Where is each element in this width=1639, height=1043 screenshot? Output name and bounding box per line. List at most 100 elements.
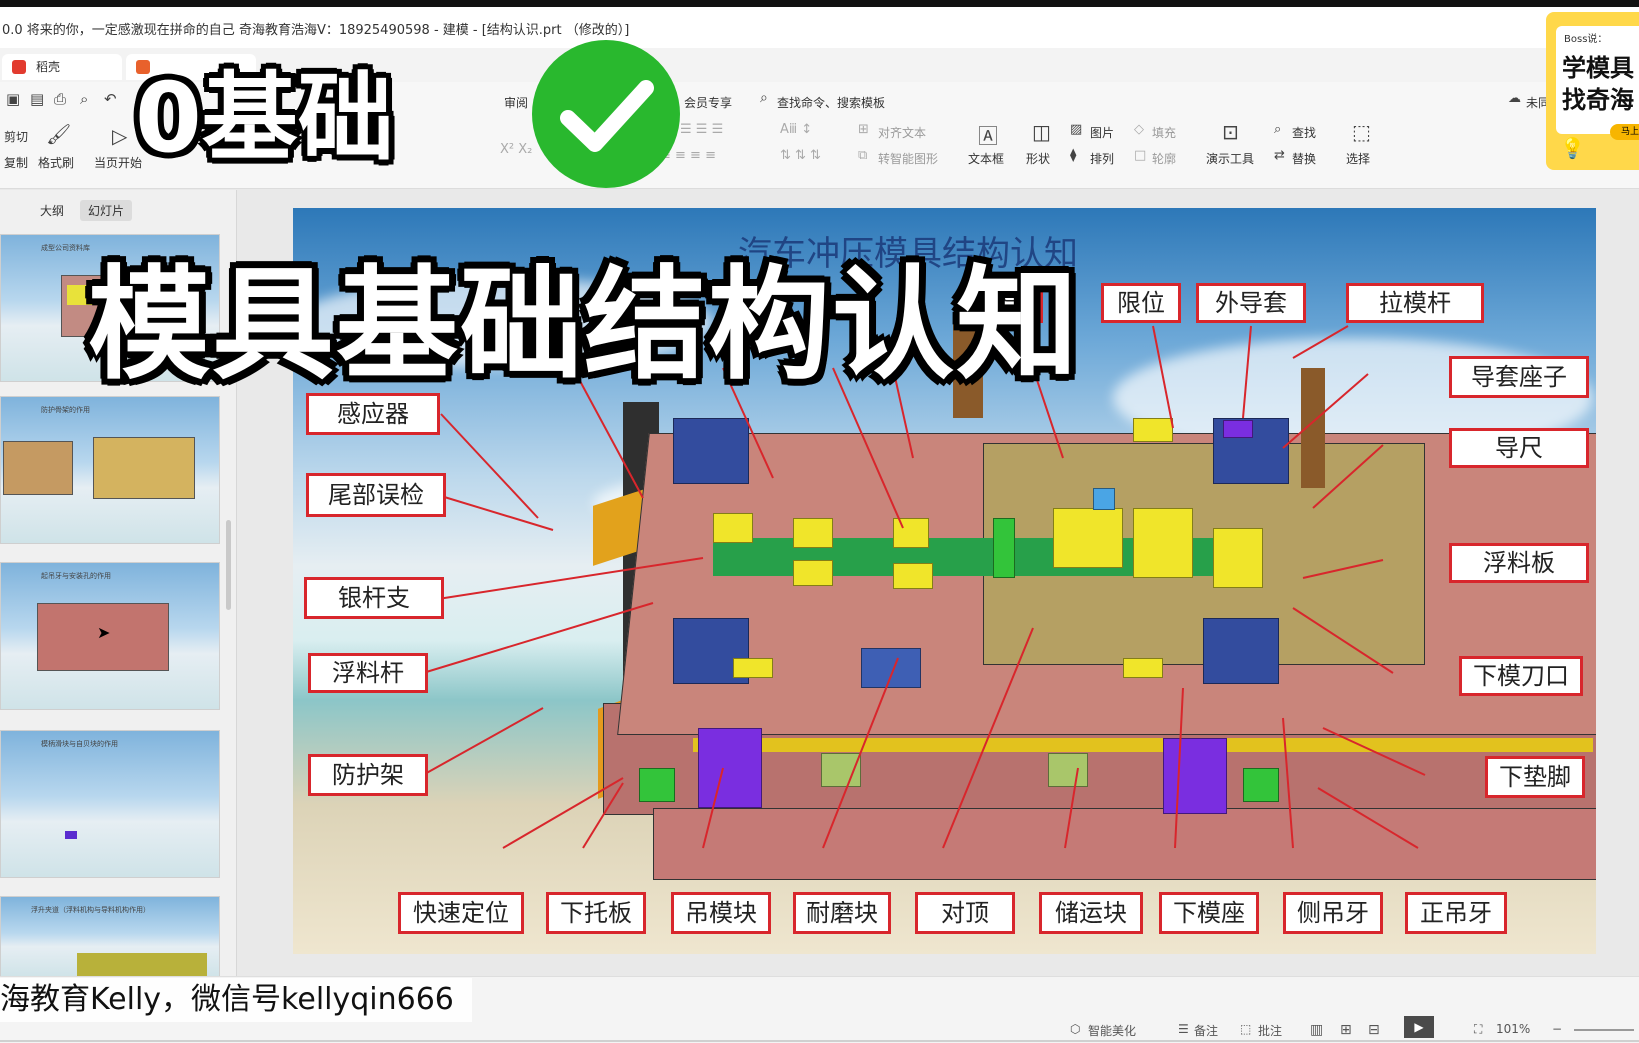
format-painter-icon[interactable]: 🖌 bbox=[46, 122, 71, 146]
tab-docer[interactable]: 稻壳 bbox=[2, 54, 122, 80]
replace-button[interactable]: 替换 bbox=[1292, 150, 1316, 167]
zoom-level[interactable]: 101% bbox=[1496, 1022, 1530, 1036]
format-painter-button[interactable]: 格式刷 bbox=[38, 154, 74, 171]
menu-member[interactable]: 会员专享 bbox=[684, 94, 732, 111]
reading-view-icon[interactable]: ⊟ bbox=[1368, 1022, 1380, 1038]
line-spacing-icons[interactable]: ⇅ ⇅ ⇅ bbox=[780, 148, 821, 163]
slide-thumbnail[interactable]: 浮升夹道（浮料机构与导料机构作用） bbox=[0, 896, 220, 978]
slide-thumbnail[interactable]: 模柄滑块与自贝块的作用 bbox=[0, 730, 220, 878]
watermark-contact: 海教育Kelly，微信号kellyqin666 bbox=[0, 978, 472, 1022]
search-icon: ⌕ bbox=[760, 90, 768, 106]
callout-lower-foot: 下垫脚 bbox=[1485, 756, 1585, 798]
copy-button[interactable]: 复制 bbox=[4, 154, 28, 171]
text-direction-icon[interactable]: Aⅲ ↕ bbox=[780, 122, 812, 137]
command-search-input[interactable]: 查找命令、搜索模板 bbox=[777, 94, 885, 111]
textbox-icon: 🄰 bbox=[978, 124, 998, 148]
smart-beautify-icon: ⬡ bbox=[1070, 1022, 1081, 1036]
callout-counter-stop: 对顶 bbox=[915, 892, 1015, 934]
tab-docer-label: 稻壳 bbox=[36, 60, 61, 74]
smart-shape-icon: ⧉ bbox=[858, 148, 868, 163]
callout-guide-bushing-seat: 导套座子 bbox=[1449, 356, 1589, 398]
print-icon[interactable]: ⎙ bbox=[54, 90, 66, 108]
callout-pull-rod: 拉模杆 bbox=[1346, 283, 1484, 323]
overlay-zero-basics: 0基础 bbox=[135, 62, 394, 174]
thumbnail-caption: 防护骨架的作用 bbox=[41, 406, 90, 414]
promo-card[interactable]: Boss说： 学模具 找奇海 💡 马上 bbox=[1546, 12, 1639, 170]
thumbnail-die-image bbox=[77, 953, 207, 977]
play-icon[interactable]: ▷ bbox=[112, 124, 127, 148]
callout-lower-support-plate: 下托板 bbox=[546, 892, 646, 934]
shape-button[interactable]: 形状 bbox=[1026, 150, 1050, 167]
slide-thumbnail[interactable]: 防护骨架的作用 bbox=[0, 396, 220, 544]
cut-button[interactable]: 剪切 bbox=[4, 128, 28, 145]
align-text-icon: ⊞ bbox=[858, 122, 869, 137]
fill-button[interactable]: 填充 bbox=[1152, 124, 1176, 141]
promo-boss-says: Boss说： bbox=[1564, 34, 1608, 45]
callout-quick-locator: 快速定位 bbox=[398, 892, 524, 934]
smart-beautify-button[interactable]: 智能美化 bbox=[1088, 1022, 1136, 1039]
find-icon: ⌕ bbox=[1274, 122, 1282, 137]
notes-button[interactable]: 备注 bbox=[1194, 1022, 1218, 1039]
arrange-icon: ⧫ bbox=[1070, 148, 1077, 163]
superscript-icon[interactable]: X² X₂ bbox=[500, 142, 532, 157]
textbox-button[interactable]: 文本框 bbox=[968, 150, 1004, 167]
presenter-tools-button[interactable]: 演示工具 bbox=[1206, 150, 1254, 167]
callout-storage-block: 储运块 bbox=[1039, 892, 1143, 934]
thumbnail-caption: 起吊牙与安装孔的作用 bbox=[41, 572, 111, 580]
callout-lower-die-edge: 下模刀口 bbox=[1459, 656, 1583, 696]
comments-button[interactable]: 批注 bbox=[1258, 1022, 1282, 1039]
fit-icon[interactable]: ⛶ bbox=[1474, 1022, 1482, 1037]
callout-rod-support: 银杆支 bbox=[304, 577, 444, 619]
grid-view-icon[interactable]: ⊞ bbox=[1340, 1022, 1352, 1038]
tab-slides[interactable]: 幻灯片 bbox=[80, 200, 133, 221]
callout-side-lifting-lug: 侧吊牙 bbox=[1283, 892, 1383, 934]
callout-float-plate: 浮料板 bbox=[1449, 543, 1589, 583]
thumbnail-caption: 浮升夹道（浮料机构与导料机构作用） bbox=[31, 906, 150, 914]
arrange-button[interactable]: 排列 bbox=[1090, 150, 1114, 167]
outline-button[interactable]: 轮廓 bbox=[1152, 150, 1176, 167]
replace-icon: ⇄ bbox=[1274, 148, 1285, 163]
thumbnail-die-image bbox=[3, 441, 73, 495]
smart-shape-button[interactable]: 转智能图形 bbox=[878, 150, 938, 167]
cursor-icon: ➤ bbox=[97, 623, 111, 642]
callout-front-lifting-lug: 正吊牙 bbox=[1405, 892, 1507, 934]
slideshow-play-icon[interactable]: ▶ bbox=[1404, 1016, 1434, 1038]
normal-view-icon[interactable]: ▥ bbox=[1310, 1022, 1323, 1038]
callout-float-bar: 浮料杆 bbox=[308, 653, 428, 693]
docer-icon bbox=[12, 60, 26, 74]
thumbnail-part-image bbox=[65, 831, 77, 839]
tab-outline[interactable]: 大纲 bbox=[32, 200, 72, 221]
menu-review[interactable]: 审阅 bbox=[504, 94, 528, 111]
window-title: 0.0 将来的你，一定感激现在拼命的自己 奇海教育浩海V：18925490598… bbox=[2, 23, 630, 38]
check-circle-icon bbox=[532, 40, 680, 188]
undo-icon[interactable]: ↶ bbox=[104, 90, 117, 108]
saveas-icon[interactable]: ▤ bbox=[30, 90, 44, 108]
cloud-icon: ☁ bbox=[1508, 91, 1521, 106]
zoom-out-icon[interactable]: − bbox=[1552, 1022, 1562, 1036]
find-button[interactable]: 查找 bbox=[1292, 124, 1316, 141]
save-icon[interactable]: ▣ bbox=[6, 90, 20, 108]
promo-card-panel: Boss说： 学模具 找奇海 bbox=[1556, 26, 1639, 134]
callout-limiter: 限位 bbox=[1101, 283, 1181, 323]
comment-icon: ⬚ bbox=[1240, 1022, 1252, 1036]
outline-icon: □ bbox=[1134, 148, 1147, 163]
list-icons[interactable]: ☰ ☰ ☰ bbox=[680, 122, 723, 137]
select-icon: ⬚ bbox=[1352, 120, 1371, 144]
thumbnail-caption: 成型公司资料库 bbox=[41, 244, 90, 252]
zoom-slider[interactable] bbox=[1574, 1029, 1634, 1031]
lightbulb-icon: 💡 bbox=[1560, 136, 1585, 160]
callout-guide-rail: 导尺 bbox=[1449, 428, 1589, 468]
picture-icon: ▨ bbox=[1070, 122, 1083, 137]
slide-thumbnail[interactable]: 起吊牙与安装孔的作用 ➤ bbox=[0, 562, 220, 710]
promo-button[interactable]: 马上 bbox=[1610, 124, 1639, 140]
preview-icon[interactable]: ⌕ bbox=[80, 90, 88, 108]
select-button[interactable]: 选择 bbox=[1346, 150, 1370, 167]
fill-icon: ◇ bbox=[1134, 122, 1144, 137]
align-text-button[interactable]: 对齐文本 bbox=[878, 124, 926, 141]
panel-scrollbar[interactable] bbox=[226, 520, 231, 610]
notes-icon: ☰ bbox=[1178, 1022, 1189, 1036]
thumbnail-caption: 模柄滑块与自贝块的作用 bbox=[41, 740, 118, 748]
picture-button[interactable]: 图片 bbox=[1090, 124, 1114, 141]
promo-line2: 找奇海 bbox=[1562, 86, 1634, 114]
callout-wear-block: 耐磨块 bbox=[793, 892, 891, 934]
